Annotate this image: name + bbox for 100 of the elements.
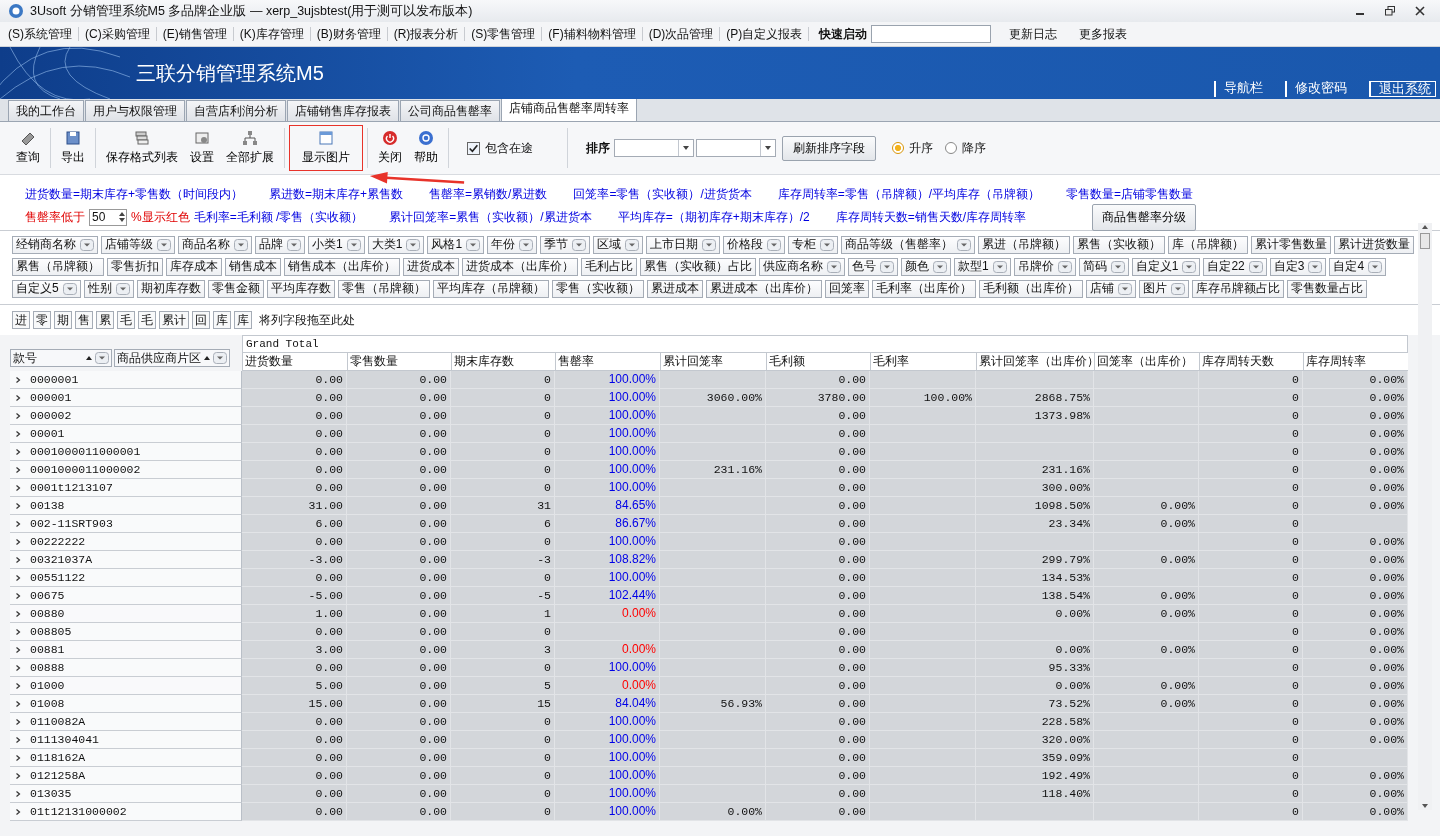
field-chip[interactable]: 累售（实收额） xyxy=(1073,235,1166,254)
field-chip[interactable]: 平均库存数 xyxy=(266,279,335,298)
field-chip[interactable]: 自定3 xyxy=(1269,257,1327,276)
toolbar-button[interactable]: 帮助 xyxy=(408,125,444,171)
row-header-cell[interactable]: 000001 xyxy=(10,389,242,407)
menu-item[interactable]: (C)采购管理 xyxy=(83,25,152,43)
field-chip[interactable]: 店铺 xyxy=(1085,279,1136,298)
filter-dropdown-icon[interactable] xyxy=(287,238,301,251)
row-header-cell[interactable]: 000002 xyxy=(10,407,242,425)
column-header[interactable]: 库存周转率 xyxy=(1303,352,1408,371)
field-chip[interactable]: 经销商名称 xyxy=(12,235,98,254)
field-chip[interactable]: 零售（实收额） xyxy=(551,279,644,298)
column-header[interactable]: 零售数量 xyxy=(347,352,451,371)
toolbar-button[interactable]: 显示图片 xyxy=(289,125,363,171)
field-chip[interactable]: 款型1 xyxy=(954,257,1011,276)
row-header-cell[interactable]: 0111304041 xyxy=(10,731,242,749)
field-chip[interactable]: 进货成本（出库价） xyxy=(462,257,578,276)
data-field-chip[interactable]: 库 xyxy=(234,311,252,329)
filter-dropdown-icon[interactable] xyxy=(1117,282,1132,295)
toolbar-button[interactable]: 全部扩展 xyxy=(220,125,280,171)
scrollbar-thumb[interactable] xyxy=(1420,233,1430,249)
field-chip[interactable]: 期初库存数 xyxy=(136,279,205,298)
field-chip[interactable]: 自定4 xyxy=(1329,257,1387,276)
row-header-cell[interactable]: 013035 xyxy=(10,785,242,803)
data-field-chip[interactable]: 累计 xyxy=(159,311,189,329)
field-chip[interactable]: 自定义1 xyxy=(1131,257,1201,276)
filter-dropdown-icon[interactable] xyxy=(957,238,972,251)
menu-item[interactable]: (S)零售管理 xyxy=(469,25,538,43)
row-header-cell[interactable]: 0001000011000001 xyxy=(10,443,242,461)
close-icon[interactable] xyxy=(1414,5,1426,17)
field-chip[interactable]: 累进成本 xyxy=(646,279,703,298)
row-header-cell[interactable]: 00222222 xyxy=(10,533,242,551)
row-header-cell[interactable]: 0110082A xyxy=(10,713,242,731)
filter-dropdown-icon[interactable] xyxy=(80,238,94,251)
filter-dropdown-icon[interactable] xyxy=(213,352,227,364)
field-chip[interactable]: 累计进货数量 xyxy=(1334,235,1415,254)
filter-dropdown-icon[interactable] xyxy=(115,282,130,295)
row-header-cell[interactable]: 008805 xyxy=(10,623,242,641)
field-chip[interactable]: 上市日期 xyxy=(646,235,721,254)
row-header-cell[interactable]: 0001t1213107 xyxy=(10,479,242,497)
filter-dropdown-icon[interactable] xyxy=(1110,260,1125,273)
filter-dropdown-icon[interactable] xyxy=(767,238,782,251)
field-chip[interactable]: 自定义5 xyxy=(12,279,81,298)
row-field-header[interactable]: 商品供应商片区 xyxy=(114,349,230,367)
field-chip[interactable]: 色号 xyxy=(848,257,898,276)
menu-link[interactable]: 更多报表 xyxy=(1079,25,1128,43)
field-chip[interactable]: 库存吊牌额占比 xyxy=(1191,279,1284,298)
menu-item[interactable]: (K)库存管理 xyxy=(237,25,306,43)
column-header[interactable]: 售罄率 xyxy=(555,352,660,371)
column-header[interactable]: 回笼率（出库价） xyxy=(1094,352,1199,371)
filter-dropdown-icon[interactable] xyxy=(346,238,361,251)
column-header[interactable]: 期末库存数 xyxy=(451,352,555,371)
field-chip[interactable]: 年份 xyxy=(487,235,538,254)
filter-dropdown-icon[interactable] xyxy=(95,352,109,364)
refresh-sort-button[interactable]: 刷新排序字段 xyxy=(782,135,876,161)
column-header[interactable]: 毛利率 xyxy=(870,352,976,371)
field-chip[interactable]: 累进（吊牌额） xyxy=(978,235,1071,254)
threshold-spinner[interactable]: 50 xyxy=(89,208,127,226)
filter-dropdown-icon[interactable] xyxy=(992,260,1007,273)
field-chip[interactable]: 销售成本 xyxy=(225,257,281,276)
field-chip[interactable]: 风格1 xyxy=(427,235,485,254)
field-chip[interactable]: 自定22 xyxy=(1203,257,1267,276)
menu-item[interactable]: (P)自定义报表 xyxy=(724,25,805,43)
filter-dropdown-icon[interactable] xyxy=(827,260,841,273)
filter-dropdown-icon[interactable] xyxy=(820,238,835,251)
row-header-cell[interactable]: 0121258A xyxy=(10,767,242,785)
tab[interactable]: 店铺销售库存报表 xyxy=(287,100,399,121)
field-chip[interactable]: 图片 xyxy=(1138,279,1189,298)
field-chip[interactable]: 零售数量占比 xyxy=(1286,279,1367,298)
grade-button[interactable]: 商品售罄率分级 xyxy=(1092,203,1197,231)
field-chip[interactable]: 性别 xyxy=(83,279,134,298)
spinner-arrows-icon[interactable] xyxy=(118,210,126,224)
field-chip[interactable]: 专柜 xyxy=(788,235,839,254)
field-chip[interactable]: 零售金额 xyxy=(207,279,264,298)
field-chip[interactable]: 商品名称 xyxy=(178,235,252,254)
row-field-header[interactable]: 款号 xyxy=(10,349,112,367)
field-chip[interactable]: 区域 xyxy=(593,235,644,254)
header-link[interactable]: 导航栏 xyxy=(1214,81,1285,97)
include-in-transit-checkbox[interactable]: 包含在途 xyxy=(467,139,533,157)
row-header-cell[interactable]: 00675 xyxy=(10,587,242,605)
row-header-cell[interactable]: 0001000011000002 xyxy=(10,461,242,479)
row-header-cell[interactable]: 002-11SRT903 xyxy=(10,515,242,533)
field-chip[interactable]: 供应商名称 xyxy=(759,257,845,276)
filter-dropdown-icon[interactable] xyxy=(1170,282,1185,295)
row-header-cell[interactable]: 01t12131000002 xyxy=(10,803,242,821)
toolbar-button[interactable]: 关闭 xyxy=(372,125,408,171)
column-header[interactable]: 累计回笼率 xyxy=(660,352,766,371)
header-link[interactable]: 退出系统 xyxy=(1369,81,1436,97)
data-field-chip[interactable]: 零 xyxy=(33,311,51,329)
field-chip[interactable]: 平均库存（吊牌额） xyxy=(432,279,549,298)
filter-dropdown-icon[interactable] xyxy=(234,238,248,251)
column-header[interactable]: 毛利额 xyxy=(766,352,870,371)
column-header[interactable]: 进货数量 xyxy=(242,352,347,371)
filter-dropdown-icon[interactable] xyxy=(406,238,421,251)
field-chip[interactable]: 库（吊牌额） xyxy=(1168,235,1249,254)
field-chip[interactable]: 累计零售数量 xyxy=(1251,235,1332,254)
row-header-cell[interactable]: 00888 xyxy=(10,659,242,677)
field-chip[interactable]: 大类1 xyxy=(367,235,425,254)
field-chip[interactable]: 回笼率 xyxy=(824,279,869,298)
tab[interactable]: 公司商品售罄率 xyxy=(400,100,500,121)
